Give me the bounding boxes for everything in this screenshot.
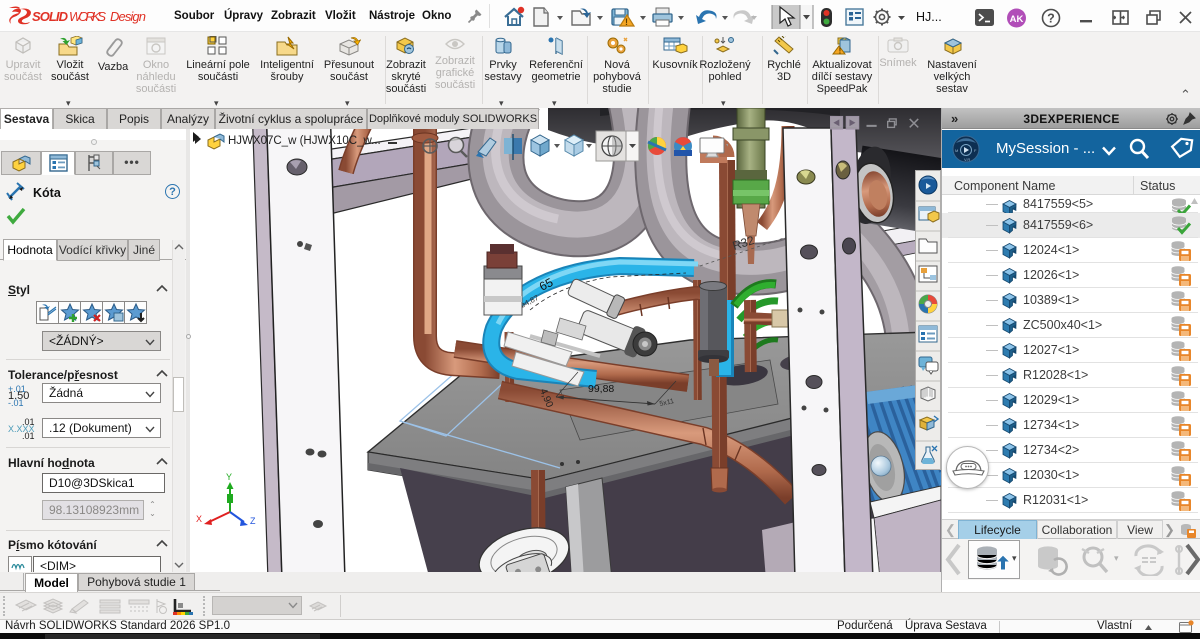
svg-text:!: ! bbox=[839, 47, 842, 56]
svg-text:99,88: 99,88 bbox=[588, 383, 614, 395]
svg-text:X: X bbox=[196, 514, 202, 524]
svg-text:WORKS: WORKS bbox=[69, 9, 106, 24]
svg-text:M: M bbox=[955, 148, 958, 153]
svg-text:?: ? bbox=[1047, 12, 1055, 26]
svg-text:SOLID: SOLID bbox=[32, 9, 69, 24]
svg-text:Y: Y bbox=[226, 472, 232, 482]
svg-text:AK: AK bbox=[1010, 14, 1024, 25]
svg-text:Z: Z bbox=[250, 516, 256, 526]
svg-text:!: ! bbox=[625, 17, 628, 27]
svg-text:Design: Design bbox=[110, 9, 146, 24]
svg-text:V.R: V.R bbox=[964, 157, 970, 162]
svg-text:HJ...: HJ... bbox=[916, 10, 942, 24]
